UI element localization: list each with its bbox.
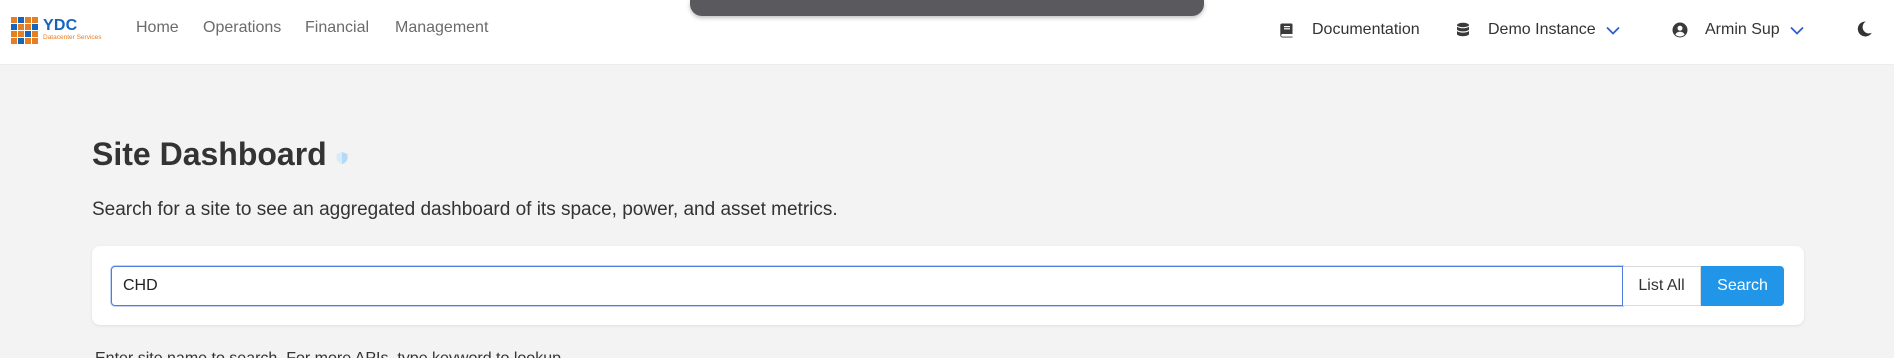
logo-tagline: Datacenter Services — [43, 34, 102, 41]
chevron-down-icon — [1790, 26, 1804, 35]
chevron-down-icon — [1605, 26, 1620, 35]
documentation-link[interactable]: Documentation — [1279, 19, 1420, 41]
book-icon — [1280, 23, 1293, 38]
moon-icon[interactable] — [1855, 20, 1873, 38]
page-title: Site Dashboard — [92, 136, 327, 172]
site-search-input[interactable] — [111, 266, 1623, 306]
instance-dropdown[interactable]: Demo Instance — [1455, 19, 1620, 41]
shield-icon — [336, 152, 348, 165]
page-description: Search for a site to see an aggregated d… — [92, 199, 838, 220]
search-hint: Enter site name to search. For more APIs… — [95, 350, 565, 358]
logo-grid-icon — [11, 17, 38, 44]
user-menu[interactable]: Armin Sup — [1672, 19, 1804, 41]
user-circle-icon — [1672, 22, 1688, 38]
search-button[interactable]: Search — [1701, 266, 1784, 306]
logo-text: YDC — [43, 17, 78, 34]
nav-operations[interactable]: Operations — [203, 19, 281, 37]
documentation-label: Documentation — [1312, 21, 1420, 38]
brand-logo[interactable]: YDC Datacenter Services — [10, 15, 108, 45]
nav-home[interactable]: Home — [136, 19, 179, 37]
database-icon — [1457, 22, 1469, 37]
instance-label: Demo Instance — [1488, 21, 1596, 38]
nav-financial[interactable]: Financial — [305, 19, 369, 37]
user-name: Armin Sup — [1705, 21, 1780, 38]
list-all-button[interactable]: List All — [1623, 266, 1701, 306]
nav-management[interactable]: Management — [395, 19, 488, 37]
browser-overlay-bar — [690, 0, 1204, 16]
search-card: List All Search — [92, 246, 1804, 325]
top-navbar: YDC Datacenter Services Home Operations … — [0, 0, 1894, 65]
